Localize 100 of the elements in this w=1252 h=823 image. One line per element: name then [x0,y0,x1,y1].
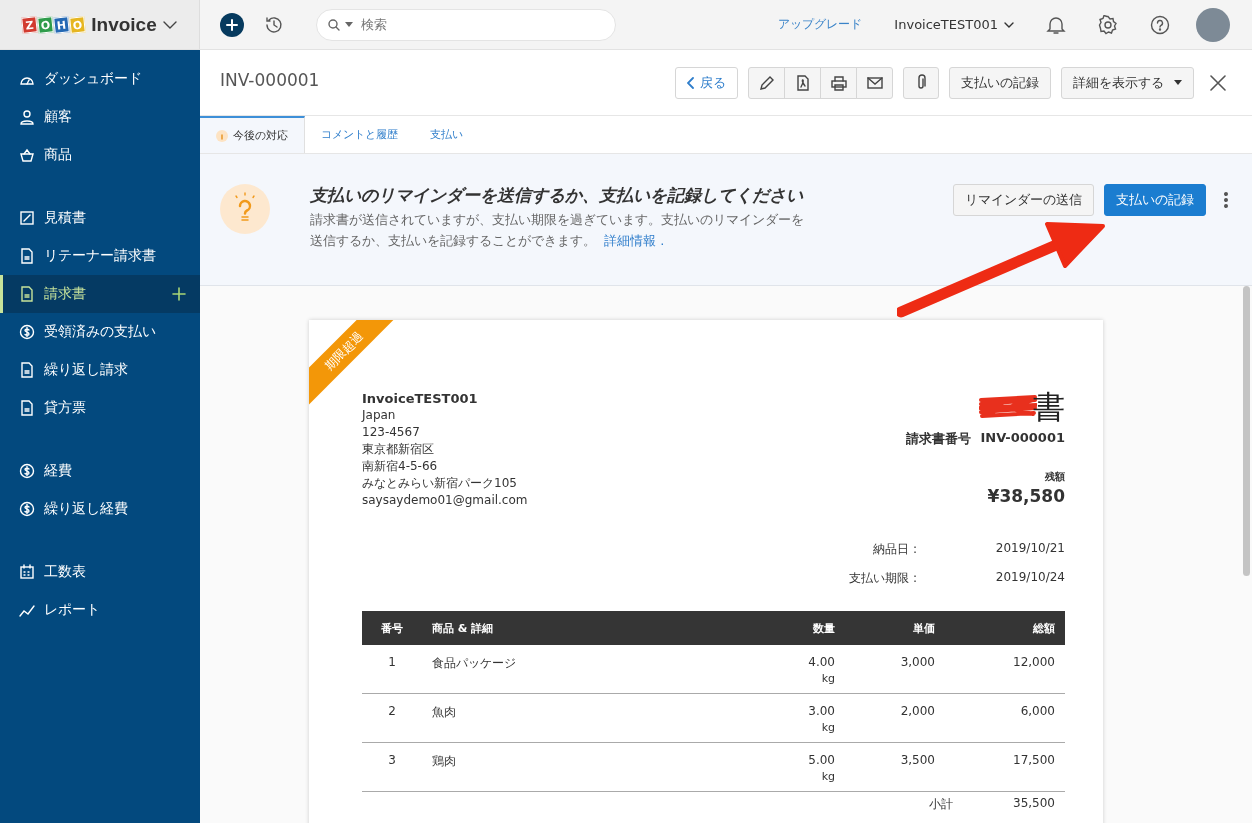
quantity: 5.00 [807,753,835,767]
person-icon [19,109,35,125]
email-button[interactable] [856,66,893,99]
sidebar-item[interactable]: 繰り返し経費 [0,490,200,528]
balance-label: 残額 [1045,470,1065,484]
sidebar-item[interactable]: 工数表 [0,553,200,591]
quantity: 3.00 [807,704,835,718]
chevron-left-icon [687,76,694,89]
date-label: 納品日 : [872,541,917,558]
sidebar-item[interactable]: 経費 [0,452,200,490]
print-button[interactable] [820,66,857,99]
sidebar-item[interactable]: レポート [0,591,200,629]
column-header: 単価 [845,611,945,645]
sidebar-item[interactable]: 受領済みの支払い [0,313,200,351]
tab[interactable]: 今後の対応 [200,116,305,153]
table-cell: 6,000 [945,693,1065,743]
table-cell: 2 [362,693,422,743]
sidebar-item[interactable]: 繰り返し請求 [0,351,200,389]
table-cell: 2,000 [845,693,945,743]
table-cell: 1 [362,645,422,694]
sidebar-item[interactable]: リテーナー請求書 [0,237,200,275]
kebab-menu-icon [1224,192,1228,208]
table-cell: 魚肉 [422,693,745,743]
close-icon [1210,74,1226,91]
bell-icon [1046,14,1066,35]
sidebar-item[interactable]: 貸方票 [0,389,200,427]
date-value: 2019/10/21 [994,541,1065,557]
document-icon [19,362,35,378]
edit-button[interactable] [748,66,785,99]
unit-label: kg [820,770,835,783]
more-details-button[interactable]: 詳細を表示する [1061,66,1194,99]
table-cell: 17,500 [945,742,1065,792]
search-icon [328,18,340,31]
calendar-icon [19,564,35,580]
avatar[interactable] [1196,7,1230,42]
column-header: 番号 [362,611,422,645]
brand-switcher[interactable]: Z O H O Invoice [0,0,200,49]
organization-switcher[interactable]: InvoiceTEST001 [888,16,1020,33]
address-line: saysaydemo01@gmail.com [362,492,528,509]
table-cell: 3 [362,742,422,792]
sidebar-item[interactable]: 請求書 [0,275,200,313]
address-line: 東京都新宿区 [362,441,435,458]
table-cell: 3,000 [845,645,945,694]
more-info-link[interactable]: 詳細情報 . [604,233,665,248]
tab[interactable]: コメントと履歴 [305,116,414,153]
settings-icon [1098,14,1118,35]
basket-icon [19,147,35,163]
sidebar-item[interactable]: 商品 [0,136,200,174]
address-line: みなとみらい新宿パーク105 [362,475,518,492]
plus-icon [226,18,238,31]
unit-label: kg [820,672,835,685]
sidebar-item[interactable]: ダッシュボード [0,60,200,98]
document-icon [19,286,35,302]
add-button[interactable] [220,12,244,37]
clock-icon [264,14,284,35]
scrollbar[interactable] [1243,286,1250,576]
column-header: 商品 & 詳細 [422,611,745,645]
document-icon [19,248,35,264]
table-cell: 鶏肉 [422,742,745,792]
tab[interactable]: 支払い [414,116,479,153]
column-header: 数量 [745,611,845,645]
date-value: 2019/10/24 [994,570,1065,586]
back-button[interactable]: 戻る [675,66,738,99]
caret-icon [1174,80,1182,85]
dollar-coin-icon [19,463,35,479]
date-label: 支払い期限 : [848,570,917,587]
table-cell: 3,500 [845,742,945,792]
subtotal-label: 小計 [929,796,953,813]
printer-icon [829,73,848,92]
quantity: 4.00 [807,655,835,669]
address-line: 南新宿4-5-66 [362,458,439,475]
chevron-down-icon [162,20,177,29]
column-header: 総額 [945,611,1065,645]
upgrade-link[interactable]: アップグレード [778,16,863,33]
dollar-coin-icon [19,501,35,517]
subtotal-value: 35,500 [1013,796,1055,812]
pdf-button[interactable] [784,66,821,99]
chevron-down-icon [1004,21,1014,28]
sidebar-item[interactable]: 見積書 [0,199,200,237]
address-line: 123-4567 [362,424,421,441]
banner-message: 請求書が送信されていますが、支払い期限を過ぎています。支払いのリマインダーを送信するか、支払いを記録することができます。 詳細情報 . [310,211,805,250]
invoice-number-label: 請求書番号 [905,430,971,448]
sidebar-item[interactable]: 顧客 [0,98,200,136]
question-bulb-icon [220,184,270,234]
help-icon [1150,14,1170,35]
invoice-number-title: INV-000001 [220,70,320,90]
table-cell: 12,000 [945,645,1065,694]
record-payment-button[interactable]: 支払いの記録 [949,66,1051,99]
attach-button[interactable] [903,66,939,99]
plus-icon [172,287,186,301]
banner-heading: 支払いのリマインダーを送信するか、支払いを記録してください [310,184,805,207]
address-line: Japan [362,407,397,424]
document-icon [19,400,35,416]
send-reminder-button[interactable]: リマインダーの送信 [953,184,1094,216]
dollar-coin-icon [19,324,35,340]
document-title: 書 [1033,388,1065,426]
search-field[interactable]: 検索 [316,8,616,41]
record-payment-button[interactable]: 支払いの記録 [1104,184,1206,216]
balance-amount: ¥38,580 [987,486,1065,506]
company-name: InvoiceTEST001 [362,390,479,407]
